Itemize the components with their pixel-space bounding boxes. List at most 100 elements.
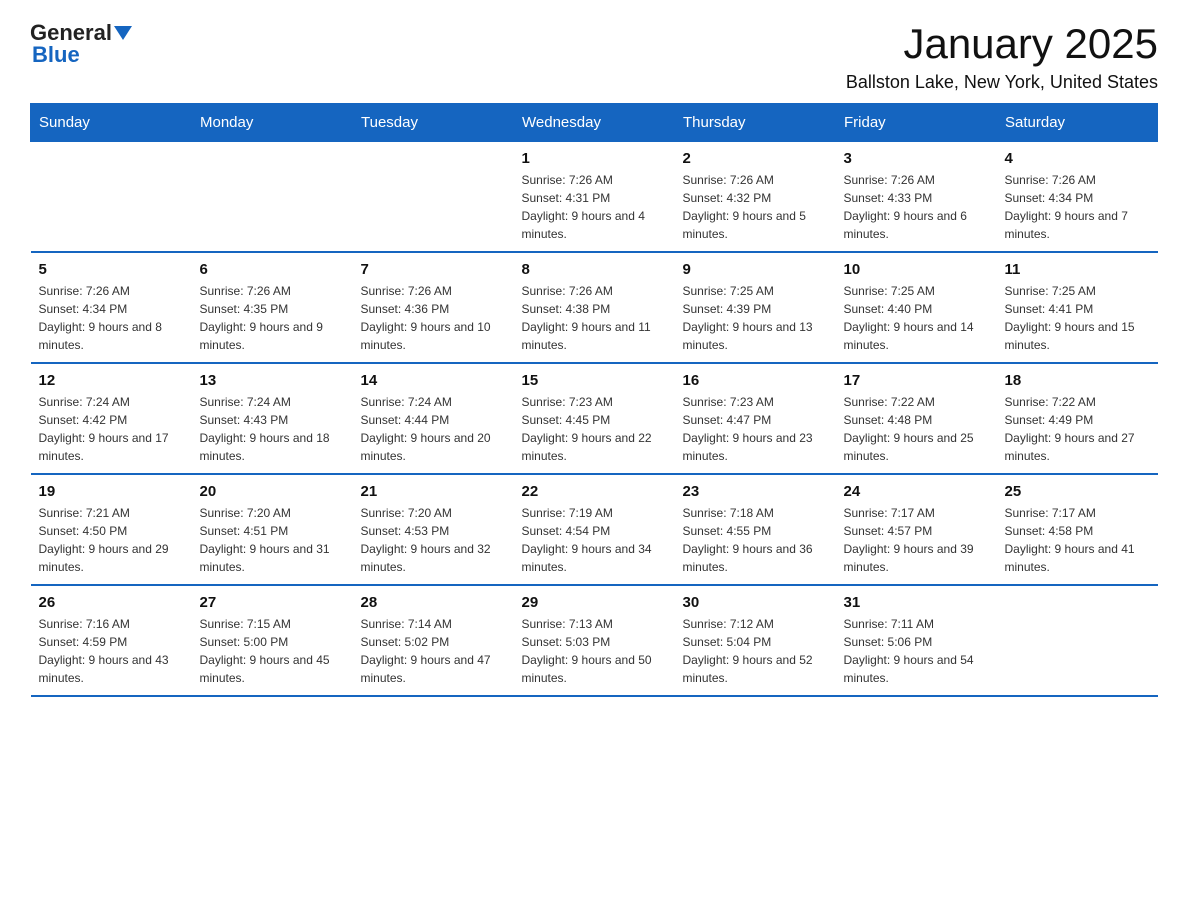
day-number: 23 — [683, 483, 828, 500]
day-number: 12 — [39, 372, 184, 389]
calendar-cell — [997, 585, 1158, 696]
day-number: 21 — [361, 483, 506, 500]
day-info: Sunrise: 7:26 AM Sunset: 4:36 PM Dayligh… — [361, 282, 506, 354]
day-number: 27 — [200, 594, 345, 611]
calendar-cell: 31Sunrise: 7:11 AM Sunset: 5:06 PM Dayli… — [836, 585, 997, 696]
day-number: 26 — [39, 594, 184, 611]
day-info: Sunrise: 7:23 AM Sunset: 4:45 PM Dayligh… — [522, 393, 667, 465]
day-info: Sunrise: 7:15 AM Sunset: 5:00 PM Dayligh… — [200, 615, 345, 687]
logo-blue-text: Blue — [32, 42, 132, 68]
calendar-week-row: 1 Sunrise: 7:26 AM Sunset: 4:31 PM Daylig… — [31, 142, 1158, 253]
calendar-cell: 4 Sunrise: 7:26 AM Sunset: 4:34 PM Daylig… — [997, 142, 1158, 253]
calendar-week-row: 12Sunrise: 7:24 AM Sunset: 4:42 PM Dayli… — [31, 363, 1158, 474]
calendar-cell: 14 Sunrise: 7:24 AM Sunset: 4:44 PM Dayli… — [353, 363, 514, 474]
day-number: 14 — [361, 372, 506, 389]
day-info: Sunrise: 7:22 AM Sunset: 4:48 PM Dayligh… — [844, 393, 989, 465]
calendar-table: SundayMondayTuesdayWednesdayThursdayFrid… — [30, 103, 1158, 697]
calendar-cell: 21 Sunrise: 7:20 AM Sunset: 4:53 PM Dayli… — [353, 474, 514, 585]
weekday-header-friday: Friday — [836, 104, 997, 142]
calendar-title: January 2025 — [846, 20, 1158, 68]
day-number: 11 — [1005, 261, 1150, 278]
day-number: 4 — [1005, 150, 1150, 167]
day-info: Sunrise: 7:20 AM Sunset: 4:53 PM Dayligh… — [361, 504, 506, 576]
day-number: 28 — [361, 594, 506, 611]
day-info: Sunrise: 7:17 AM Sunset: 4:57 PM Dayligh… — [844, 504, 989, 576]
day-info: Sunrise: 7:25 AM Sunset: 4:41 PM Dayligh… — [1005, 282, 1150, 354]
calendar-cell: 3Sunrise: 7:26 AM Sunset: 4:33 PM Daylig… — [836, 142, 997, 253]
day-info: Sunrise: 7:22 AM Sunset: 4:49 PM Dayligh… — [1005, 393, 1150, 465]
calendar-cell: 5Sunrise: 7:26 AM Sunset: 4:34 PM Daylig… — [31, 252, 192, 363]
day-number: 2 — [683, 150, 828, 167]
day-info: Sunrise: 7:19 AM Sunset: 4:54 PM Dayligh… — [522, 504, 667, 576]
day-number: 30 — [683, 594, 828, 611]
calendar-cell: 6Sunrise: 7:26 AM Sunset: 4:35 PM Daylig… — [192, 252, 353, 363]
calendar-cell: 22 Sunrise: 7:19 AM Sunset: 4:54 PM Dayli… — [514, 474, 675, 585]
day-info: Sunrise: 7:26 AM Sunset: 4:32 PM Dayligh… — [683, 171, 828, 243]
day-info: Sunrise: 7:24 AM Sunset: 4:43 PM Dayligh… — [200, 393, 345, 465]
calendar-cell: 9 Sunrise: 7:25 AM Sunset: 4:39 PM Daylig… — [675, 252, 836, 363]
day-number: 19 — [39, 483, 184, 500]
calendar-cell: 2 Sunrise: 7:26 AM Sunset: 4:32 PM Daylig… — [675, 142, 836, 253]
calendar-cell: 13 Sunrise: 7:24 AM Sunset: 4:43 PM Dayli… — [192, 363, 353, 474]
day-number: 15 — [522, 372, 667, 389]
day-info: Sunrise: 7:26 AM Sunset: 4:34 PM Dayligh… — [1005, 171, 1150, 243]
day-number: 17 — [844, 372, 989, 389]
calendar-cell — [353, 142, 514, 253]
day-info: Sunrise: 7:20 AM Sunset: 4:51 PM Dayligh… — [200, 504, 345, 576]
calendar-cell: 12Sunrise: 7:24 AM Sunset: 4:42 PM Dayli… — [31, 363, 192, 474]
day-info: Sunrise: 7:26 AM Sunset: 4:31 PM Dayligh… — [522, 171, 667, 243]
day-number: 22 — [522, 483, 667, 500]
calendar-cell: 16Sunrise: 7:23 AM Sunset: 4:47 PM Dayli… — [675, 363, 836, 474]
title-section: January 2025 Ballston Lake, New York, Un… — [846, 20, 1158, 93]
day-info: Sunrise: 7:24 AM Sunset: 4:44 PM Dayligh… — [361, 393, 506, 465]
calendar-cell: 25 Sunrise: 7:17 AM Sunset: 4:58 PM Dayli… — [997, 474, 1158, 585]
logo-triangle-icon — [114, 26, 132, 42]
day-info: Sunrise: 7:18 AM Sunset: 4:55 PM Dayligh… — [683, 504, 828, 576]
day-number: 13 — [200, 372, 345, 389]
day-number: 10 — [844, 261, 989, 278]
day-number: 5 — [39, 261, 184, 278]
page-header: General Blue January 2025 Ballston Lake,… — [30, 20, 1158, 93]
day-number: 9 — [683, 261, 828, 278]
day-info: Sunrise: 7:12 AM Sunset: 5:04 PM Dayligh… — [683, 615, 828, 687]
weekday-header-monday: Monday — [192, 104, 353, 142]
day-number: 6 — [200, 261, 345, 278]
weekday-header-row: SundayMondayTuesdayWednesdayThursdayFrid… — [31, 104, 1158, 142]
calendar-cell: 17 Sunrise: 7:22 AM Sunset: 4:48 PM Dayli… — [836, 363, 997, 474]
calendar-week-row: 19 Sunrise: 7:21 AM Sunset: 4:50 PM Dayli… — [31, 474, 1158, 585]
day-number: 24 — [844, 483, 989, 500]
calendar-cell: 10Sunrise: 7:25 AM Sunset: 4:40 PM Dayli… — [836, 252, 997, 363]
day-number: 31 — [844, 594, 989, 611]
day-info: Sunrise: 7:13 AM Sunset: 5:03 PM Dayligh… — [522, 615, 667, 687]
day-number: 18 — [1005, 372, 1150, 389]
day-number: 8 — [522, 261, 667, 278]
calendar-cell: 23 Sunrise: 7:18 AM Sunset: 4:55 PM Dayli… — [675, 474, 836, 585]
weekday-header-tuesday: Tuesday — [353, 104, 514, 142]
day-number: 16 — [683, 372, 828, 389]
calendar-cell: 20Sunrise: 7:20 AM Sunset: 4:51 PM Dayli… — [192, 474, 353, 585]
calendar-cell: 11 Sunrise: 7:25 AM Sunset: 4:41 PM Dayli… — [997, 252, 1158, 363]
calendar-cell: 7 Sunrise: 7:26 AM Sunset: 4:36 PM Daylig… — [353, 252, 514, 363]
weekday-header-wednesday: Wednesday — [514, 104, 675, 142]
day-number: 7 — [361, 261, 506, 278]
weekday-header-thursday: Thursday — [675, 104, 836, 142]
day-number: 25 — [1005, 483, 1150, 500]
calendar-cell: 29Sunrise: 7:13 AM Sunset: 5:03 PM Dayli… — [514, 585, 675, 696]
day-info: Sunrise: 7:14 AM Sunset: 5:02 PM Dayligh… — [361, 615, 506, 687]
day-info: Sunrise: 7:17 AM Sunset: 4:58 PM Dayligh… — [1005, 504, 1150, 576]
day-info: Sunrise: 7:25 AM Sunset: 4:39 PM Dayligh… — [683, 282, 828, 354]
calendar-week-row: 26 Sunrise: 7:16 AM Sunset: 4:59 PM Dayli… — [31, 585, 1158, 696]
calendar-cell: 8Sunrise: 7:26 AM Sunset: 4:38 PM Daylig… — [514, 252, 675, 363]
calendar-cell: 26 Sunrise: 7:16 AM Sunset: 4:59 PM Dayli… — [31, 585, 192, 696]
calendar-cell: 19 Sunrise: 7:21 AM Sunset: 4:50 PM Dayli… — [31, 474, 192, 585]
weekday-header-saturday: Saturday — [997, 104, 1158, 142]
day-info: Sunrise: 7:21 AM Sunset: 4:50 PM Dayligh… — [39, 504, 184, 576]
calendar-cell: 15 Sunrise: 7:23 AM Sunset: 4:45 PM Dayli… — [514, 363, 675, 474]
calendar-subtitle: Ballston Lake, New York, United States — [846, 72, 1158, 93]
day-number: 3 — [844, 150, 989, 167]
day-info: Sunrise: 7:16 AM Sunset: 4:59 PM Dayligh… — [39, 615, 184, 687]
calendar-week-row: 5Sunrise: 7:26 AM Sunset: 4:34 PM Daylig… — [31, 252, 1158, 363]
calendar-cell: 24 Sunrise: 7:17 AM Sunset: 4:57 PM Dayli… — [836, 474, 997, 585]
day-number: 1 — [522, 150, 667, 167]
calendar-cell: 27 Sunrise: 7:15 AM Sunset: 5:00 PM Dayli… — [192, 585, 353, 696]
